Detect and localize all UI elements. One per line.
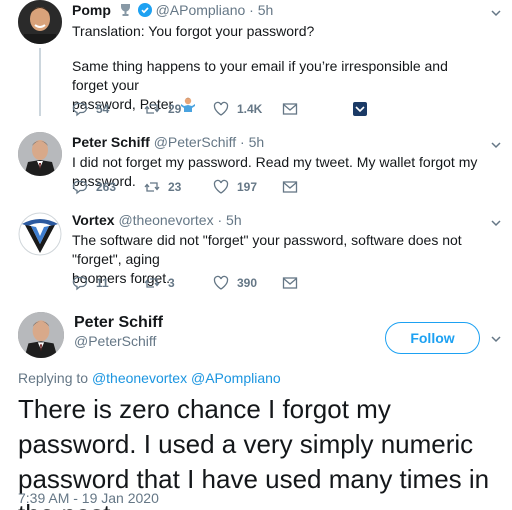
handle[interactable]: @APompliano <box>156 2 246 18</box>
tweet-header: Vortex @theonevortex · 5h <box>72 212 242 228</box>
tweet-header: Pomp @APompliano · 5h <box>72 2 274 20</box>
tweet-vortex[interactable]: Vortex @theonevortex · 5h The software d… <box>0 200 512 300</box>
heart-icon <box>213 179 229 194</box>
retweet-icon <box>144 278 160 288</box>
tweet-pomp[interactable]: Pomp @APompliano · 5h Translation: You f… <box>0 0 512 120</box>
timestamp[interactable]: 5h <box>258 2 274 18</box>
envelope-icon <box>282 277 298 289</box>
tweet-header: Peter Schiff @PeterSchiff · 5h <box>72 134 265 150</box>
avatar[interactable] <box>18 212 62 256</box>
like-button[interactable]: 390 <box>213 275 257 291</box>
reply-count: 11 <box>96 276 109 290</box>
heart-icon <box>213 275 229 290</box>
envelope-icon <box>282 181 298 193</box>
retweet-count: 3 <box>168 276 175 290</box>
follow-button[interactable]: Follow <box>385 322 480 354</box>
verified-icon <box>137 3 152 20</box>
avatar[interactable] <box>18 132 62 176</box>
retweet-icon <box>144 104 160 114</box>
like-count: 197 <box>237 180 258 194</box>
reply-icon <box>72 276 88 291</box>
reply-icon <box>72 102 88 117</box>
avatar[interactable] <box>18 312 64 358</box>
display-name[interactable]: Pomp <box>72 2 111 18</box>
chevron-down-icon[interactable] <box>490 332 502 350</box>
tweet-peter-schiff[interactable]: Peter Schiff @PeterSchiff · 5h I did not… <box>0 120 512 210</box>
tweet-text-line: Translation: You forgot your password? <box>72 23 315 39</box>
tweet-actions: 11 3 390 <box>72 275 372 291</box>
trophy-icon <box>119 3 132 20</box>
handle[interactable]: @PeterSchiff <box>154 134 236 150</box>
reply-button[interactable]: 11 <box>72 275 109 291</box>
like-count: 1.4K <box>237 102 263 116</box>
reply-button[interactable]: 263 <box>72 179 116 195</box>
handle[interactable]: @theonevortex <box>118 212 213 228</box>
timestamp[interactable]: 5h <box>249 134 265 150</box>
tweet-text-line: Same thing happens to your email if you’… <box>72 58 448 93</box>
chevron-down-icon[interactable] <box>490 138 502 150</box>
reply-count: 54 <box>96 102 110 116</box>
thread-line <box>39 48 41 116</box>
display-name[interactable]: Peter Schiff <box>72 134 150 150</box>
reply-count: 263 <box>96 180 117 194</box>
reply-button[interactable]: 54 <box>72 101 109 117</box>
tweet-actions: 263 23 197 <box>72 179 372 195</box>
display-name[interactable]: Vortex <box>72 212 115 228</box>
retweet-button[interactable]: 23 <box>144 179 181 195</box>
replying-to-label: Replying to <box>18 370 89 386</box>
timestamp[interactable]: 5h <box>226 212 242 228</box>
retweet-count: 29 <box>168 102 182 116</box>
like-count: 390 <box>237 276 258 290</box>
envelope-icon <box>282 103 298 115</box>
chevron-down-icon[interactable] <box>490 216 502 228</box>
like-button[interactable]: 197 <box>213 179 257 195</box>
retweet-button[interactable]: 3 <box>144 275 175 291</box>
mention-link[interactable]: @theonevortex <box>92 370 187 386</box>
direct-message-button[interactable] <box>282 275 298 291</box>
heart-icon <box>213 101 229 116</box>
analytics-icon <box>353 102 367 116</box>
avatar[interactable] <box>18 0 62 44</box>
chevron-down-icon[interactable] <box>490 6 502 18</box>
tweet-text-line: The software did not "forget" your passw… <box>72 232 462 267</box>
replying-to: Replying to @theonevortex @APompliano <box>18 370 281 386</box>
retweet-icon <box>144 182 160 192</box>
tweet-timestamp[interactable]: 7:39 AM - 19 Jan 2020 <box>18 490 159 506</box>
like-button[interactable]: 1.4K <box>213 101 262 117</box>
direct-message-button[interactable] <box>282 101 298 117</box>
display-name[interactable]: Peter Schiff <box>74 314 163 332</box>
mention-link[interactable]: @APompliano <box>191 370 281 386</box>
direct-message-button[interactable] <box>282 179 298 195</box>
tweet-actions: 54 29 1.4K <box>72 101 372 117</box>
analytics-button[interactable] <box>352 101 368 117</box>
reply-icon <box>72 180 88 195</box>
retweet-count: 23 <box>168 180 182 194</box>
retweet-button[interactable]: 29 <box>144 101 181 117</box>
handle[interactable]: @PeterSchiff <box>74 333 156 349</box>
